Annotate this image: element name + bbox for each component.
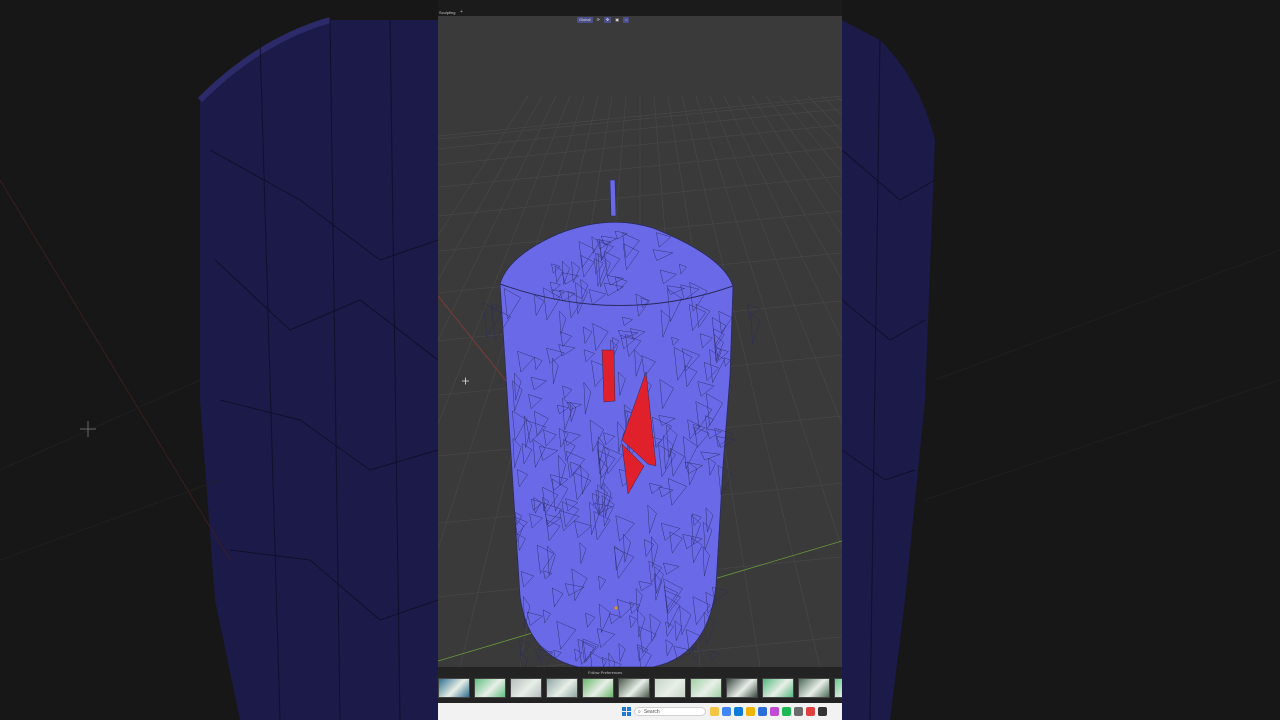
chrome-icon[interactable] bbox=[722, 707, 731, 716]
search-placeholder: Search bbox=[643, 708, 660, 715]
asset-thumb-10[interactable] bbox=[762, 678, 794, 698]
object-origin-icon bbox=[614, 606, 618, 610]
asset-thumb-11[interactable] bbox=[798, 678, 830, 698]
pivot-icon[interactable]: ⟳ bbox=[594, 16, 602, 23]
asset-thumb-12[interactable] bbox=[834, 678, 842, 698]
blender-window: Sculpting + Global ⟳ ✥ ▣ ⌂ Follow Prefer… bbox=[438, 0, 842, 720]
windows-taskbar: ⌕ Search bbox=[438, 703, 842, 720]
workspace-tab[interactable]: Sculpting bbox=[439, 10, 455, 15]
orientation-dropdown[interactable]: Global bbox=[577, 16, 593, 23]
app-icon[interactable] bbox=[806, 707, 815, 716]
asset-thumb-8[interactable] bbox=[690, 678, 722, 698]
add-workspace-button[interactable]: + bbox=[460, 9, 463, 15]
asset-thumb-7[interactable] bbox=[654, 678, 686, 698]
proportional-edit-icon[interactable]: ⌂ bbox=[623, 16, 630, 23]
transform-icon[interactable]: ✥ bbox=[603, 16, 612, 23]
search-icon: ⌕ bbox=[638, 708, 641, 715]
taskbar-pinned-apps bbox=[710, 707, 827, 716]
asset-thumbnail-list bbox=[438, 678, 842, 698]
viewport-header-tools: Global ⟳ ✥ ▣ ⌂ bbox=[577, 16, 630, 23]
photos-icon[interactable] bbox=[770, 707, 779, 716]
asset-thumb-4[interactable] bbox=[546, 678, 578, 698]
asset-browser-title: Follow Preferences bbox=[588, 670, 623, 675]
asset-thumb-1[interactable] bbox=[438, 678, 470, 698]
edge-icon[interactable] bbox=[734, 707, 743, 716]
file-explorer-icon[interactable] bbox=[710, 707, 719, 716]
asset-thumb-2[interactable] bbox=[474, 678, 506, 698]
selected-face-1 bbox=[601, 349, 616, 403]
top-bar: Sculpting + bbox=[438, 0, 842, 16]
snap-icon[interactable]: ▣ bbox=[613, 16, 622, 23]
background-candle-left bbox=[197, 17, 439, 720]
asset-thumb-9[interactable] bbox=[726, 678, 758, 698]
asset-browser: Follow Preferences bbox=[438, 667, 842, 703]
store-icon[interactable] bbox=[758, 707, 767, 716]
3d-viewport[interactable] bbox=[438, 16, 842, 685]
settings-icon[interactable] bbox=[794, 707, 803, 716]
windows-start-icon[interactable] bbox=[622, 707, 631, 716]
asset-thumb-3[interactable] bbox=[510, 678, 542, 698]
terminal-icon[interactable] bbox=[818, 707, 827, 716]
asset-thumb-5[interactable] bbox=[582, 678, 614, 698]
folder-icon[interactable] bbox=[746, 707, 755, 716]
asset-thumb-6[interactable] bbox=[618, 678, 650, 698]
spotify-icon[interactable] bbox=[782, 707, 791, 716]
candle-wick bbox=[609, 179, 617, 217]
taskbar-search-box[interactable]: ⌕ Search bbox=[634, 707, 706, 716]
